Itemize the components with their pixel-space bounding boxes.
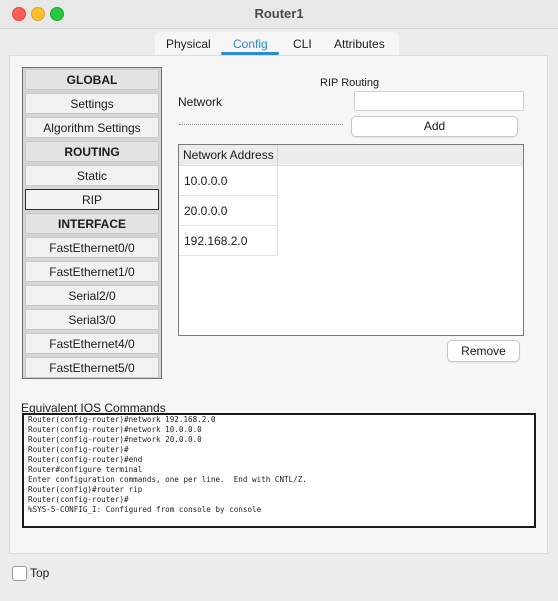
network-label: Network — [178, 95, 223, 109]
top-checkbox[interactable] — [12, 566, 27, 581]
title-bar: Router1 — [0, 0, 558, 29]
router-config-window: Router1 Physical Config CLI Attributes G… — [0, 0, 558, 601]
nav-item-static[interactable]: Static — [25, 165, 159, 186]
nav-item-serial3-0[interactable]: Serial3/0 — [25, 309, 159, 330]
network-input[interactable] — [354, 91, 524, 111]
nav-header-global: GLOBAL — [25, 69, 159, 90]
nav-item-settings[interactable]: Settings — [25, 93, 159, 114]
console-line: %SYS-5-CONFIG_I: Configured from console… — [28, 505, 262, 514]
console-line: Router#configure terminal — [28, 465, 143, 474]
remove-button[interactable]: Remove — [447, 340, 520, 362]
table-header: Network Address — [179, 145, 523, 166]
rip-routing-title: RIP Routing — [320, 77, 380, 89]
console-line: Router(config-router)#network 10.0.0.0 — [28, 425, 202, 434]
table-row[interactable]: 192.168.2.0 — [179, 226, 278, 256]
tab-physical[interactable]: Physical — [166, 37, 211, 51]
config-sidebar: GLOBAL Settings Algorithm Settings ROUTI… — [22, 67, 162, 379]
console-line: Router(config)#router rip — [28, 485, 143, 494]
console-line: Router(config-router)#end — [28, 455, 143, 464]
nav-item-fastethernet1-0[interactable]: FastEthernet1/0 — [25, 261, 159, 282]
tab-bar: Physical Config CLI Attributes — [155, 32, 399, 56]
ios-commands-console[interactable]: Router(config-router)#network 192.168.2.… — [22, 413, 536, 528]
console-line: Router(config-router)#network 20.0.0.0 — [28, 435, 202, 444]
top-checkbox-label: Top — [30, 566, 50, 580]
nav-header-interface: INTERFACE — [25, 213, 159, 234]
nav-item-fastethernet5-0[interactable]: FastEthernet5/0 — [25, 357, 159, 378]
tab-cli[interactable]: CLI — [293, 37, 312, 51]
window-title: Router1 — [254, 6, 304, 21]
network-address-table: Network Address 10.0.0.0 20.0.0.0 192.16… — [178, 144, 524, 336]
console-line: Router(config-router)# — [28, 495, 129, 504]
table-row[interactable]: 10.0.0.0 — [179, 166, 278, 196]
separator — [179, 123, 343, 125]
nav-item-fastethernet4-0[interactable]: FastEthernet4/0 — [25, 333, 159, 354]
nav-item-serial2-0[interactable]: Serial2/0 — [25, 285, 159, 306]
nav-item-fastethernet0-0[interactable]: FastEthernet0/0 — [25, 237, 159, 258]
add-button[interactable]: Add — [351, 116, 518, 137]
nav-header-routing: ROUTING — [25, 141, 159, 162]
column-header-network-address[interactable]: Network Address — [179, 145, 278, 165]
tab-config[interactable]: Config — [233, 37, 268, 51]
table-row[interactable]: 20.0.0.0 — [179, 196, 278, 226]
console-line: Enter configuration commands, one per li… — [28, 475, 307, 484]
console-line: Router(config-router)#network 192.168.2.… — [28, 415, 216, 424]
tab-attributes[interactable]: Attributes — [334, 37, 385, 51]
nav-item-rip[interactable]: RIP — [25, 189, 159, 210]
console-line: Router(config-router)# — [28, 445, 129, 454]
config-panel: GLOBAL Settings Algorithm Settings ROUTI… — [9, 55, 548, 554]
nav-item-algorithm-settings[interactable]: Algorithm Settings — [25, 117, 159, 138]
